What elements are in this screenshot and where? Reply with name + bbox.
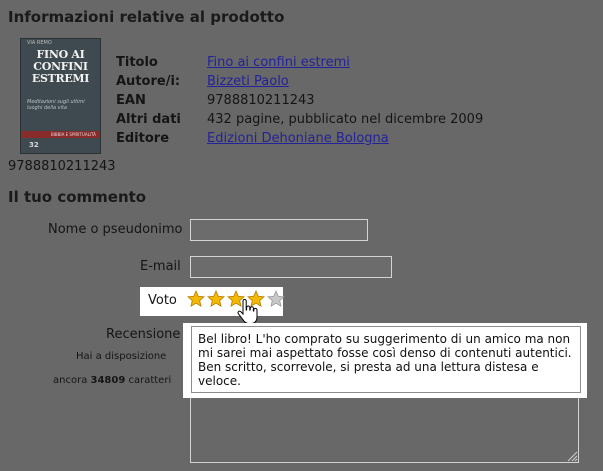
name-input[interactable]	[190, 219, 368, 241]
product-info-heading: Informazioni relative al prodotto	[8, 8, 285, 26]
title-link[interactable]: Fino ai confini estremi	[207, 55, 350, 70]
cover-title: FINO AI CONFINI ESTREMI	[31, 48, 90, 85]
star-icon[interactable]	[207, 290, 225, 308]
remaining-prefix: ancora	[53, 375, 91, 386]
remaining-count: 34809	[90, 375, 126, 386]
field-label-editore: Editore	[116, 131, 170, 146]
hand-pointer-icon	[237, 299, 258, 324]
cover-isbn: 9788810211243	[8, 159, 116, 174]
star-icon[interactable]	[187, 290, 205, 308]
publisher-link[interactable]: Edizioni Dehoniane Bologna	[207, 131, 389, 146]
remaining-chars-line2: ancora 34809 caratteri	[53, 375, 171, 386]
field-label-altri-dati: Altri dati	[116, 112, 181, 127]
remaining-chars-line1: Hai a disposizione	[76, 351, 167, 362]
review-textarea-lower[interactable]	[190, 398, 579, 463]
name-label: Nome o pseudonimo	[48, 222, 183, 237]
cover-band: BIBBIA E SPIRITUALITÀ	[21, 131, 100, 138]
review-highlight: Bel libro! L'ho comprato su suggerimento…	[183, 323, 587, 398]
rating-label: Voto	[148, 293, 177, 308]
field-label-titolo: Titolo	[116, 55, 158, 70]
email-input[interactable]	[190, 256, 392, 278]
book-cover-image[interactable]: VIA REMO FINO AI CONFINI ESTREMI Meditaz…	[20, 38, 101, 154]
cover-number: 32	[29, 141, 39, 149]
cover-subtitle: Meditazioni sugli ultimi luoghi della vi…	[27, 99, 85, 111]
resize-grip-icon[interactable]	[567, 451, 578, 462]
review-label: Recensione	[106, 327, 181, 342]
review-textarea[interactable]: Bel libro! L'ho comprato su suggerimento…	[191, 326, 581, 393]
field-label-ean: EAN	[116, 93, 146, 108]
author-link[interactable]: Bizzeti Paolo	[207, 74, 289, 89]
ean-value: 9788810211243	[207, 93, 315, 108]
other-data-value: 432 pagine, pubblicato nel dicembre 2009	[207, 112, 484, 127]
field-label-autore: Autore/i:	[116, 74, 181, 89]
cover-top-text: VIA REMO	[27, 40, 52, 46]
comment-heading: Il tuo commento	[8, 188, 147, 206]
star-icon[interactable]	[267, 290, 285, 308]
remaining-suffix: caratteri	[125, 375, 172, 386]
email-label: E-mail	[140, 259, 181, 274]
